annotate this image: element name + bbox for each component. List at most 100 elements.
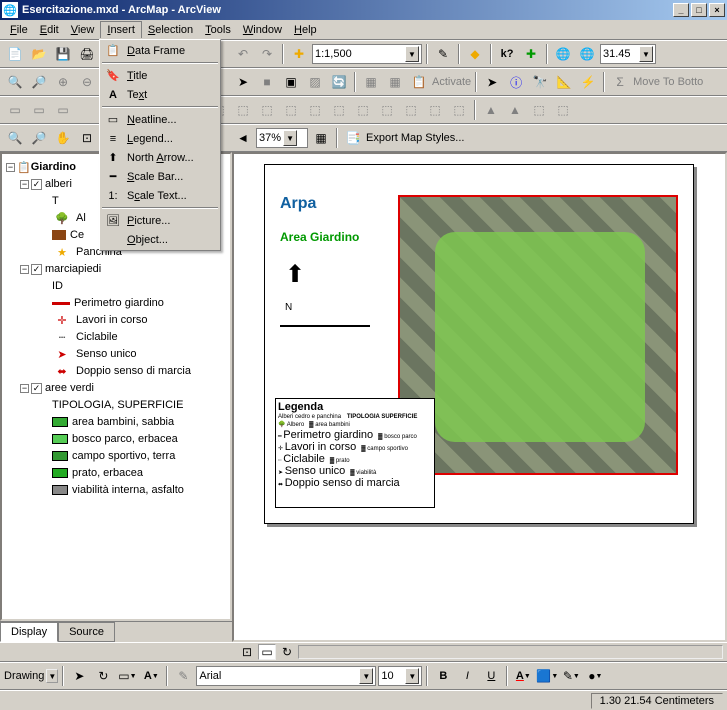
layer-checkbox[interactable]: ✓ xyxy=(31,264,42,275)
ly-full[interactable]: ⊡ xyxy=(76,127,98,149)
export-styles-label[interactable]: Export Map Styles... xyxy=(366,132,464,144)
underline-button[interactable]: U xyxy=(480,665,502,687)
arccatalog-button[interactable]: ◆ xyxy=(464,43,486,65)
select-elements-button[interactable]: ➤ xyxy=(232,71,254,93)
collapse-icon[interactable]: − xyxy=(20,265,29,274)
lt10[interactable]: ⬚ xyxy=(424,99,446,121)
fill-color-button[interactable]: 🟦▼ xyxy=(536,665,558,687)
insert-object[interactable]: Object... xyxy=(101,230,219,249)
menu-tools[interactable]: Tools xyxy=(199,22,237,38)
font-combo[interactable]: Arial▼ xyxy=(196,666,376,686)
collapse-icon[interactable]: − xyxy=(20,384,29,393)
lt12[interactable]: ▲ xyxy=(480,99,502,121)
collapse-icon[interactable]: − xyxy=(6,163,15,172)
menu-file[interactable]: File xyxy=(4,22,34,38)
draw-rotate[interactable]: ↻ xyxy=(92,665,114,687)
redo-button[interactable]: ↷ xyxy=(256,43,278,65)
editor-toolbar-button[interactable]: ✎ xyxy=(432,43,454,65)
table-button[interactable]: ▦ xyxy=(360,71,382,93)
ly-zoom-in[interactable]: 🔍 xyxy=(4,127,26,149)
bold-button[interactable]: B xyxy=(432,665,454,687)
align-button[interactable]: ▭ xyxy=(4,99,26,121)
clear-selection-button[interactable]: ▨ xyxy=(304,71,326,93)
font-color-button[interactable]: A▼ xyxy=(512,665,534,687)
insert-scale-bar[interactable]: ━Scale Bar... xyxy=(101,167,219,186)
rotation-combo[interactable]: 31.45▼ xyxy=(600,44,656,64)
open-button[interactable]: 📂 xyxy=(28,43,50,65)
refresh-view-button[interactable]: ↻ xyxy=(278,644,296,660)
draw-text[interactable]: A▼ xyxy=(140,665,162,687)
lt6[interactable]: ⬚ xyxy=(328,99,350,121)
help-button[interactable]: k? xyxy=(496,43,518,65)
insert-neatline[interactable]: ▭Neatline... xyxy=(101,110,219,129)
zoom-out-button[interactable]: 🔎 xyxy=(28,71,50,93)
globe-button[interactable]: 🌐 xyxy=(552,43,574,65)
insert-north-arrow[interactable]: ⬆North Arrow... xyxy=(101,148,219,167)
new-button[interactable]: 📄 xyxy=(4,43,26,65)
ly-grid[interactable]: ▦ xyxy=(310,127,332,149)
menu-help[interactable]: Help xyxy=(288,22,323,38)
sum-button[interactable]: Σ xyxy=(609,71,631,93)
ly-zoom-out[interactable]: 🔎 xyxy=(28,127,50,149)
lt8[interactable]: ⬚ xyxy=(376,99,398,121)
draw-pointer[interactable]: ➤ xyxy=(68,665,90,687)
layer-checkbox[interactable]: ✓ xyxy=(31,383,42,394)
menu-insert[interactable]: Insert xyxy=(100,21,142,38)
menu-selection[interactable]: Selection xyxy=(142,22,199,38)
menu-edit[interactable]: Edit xyxy=(34,22,65,38)
data-view-button[interactable]: ⊡ xyxy=(238,644,256,660)
find-button[interactable]: 🔭 xyxy=(529,71,551,93)
distribute-button[interactable]: ▭ xyxy=(28,99,50,121)
layer-alberi[interactable]: alberi xyxy=(45,178,72,190)
lt11[interactable]: ⬚ xyxy=(448,99,470,121)
layout-page[interactable]: Arpa Area Giardino ⬆N Legenda Alberi ced… xyxy=(264,164,694,524)
lt9[interactable]: ⬚ xyxy=(400,99,422,121)
group-button[interactable]: ▭ xyxy=(52,99,74,121)
undo-button[interactable]: ↶ xyxy=(232,43,254,65)
fixed-zoom-out-button[interactable]: ⊖ xyxy=(76,71,98,93)
draw-edit[interactable]: ✎ xyxy=(172,665,194,687)
insert-scale-text[interactable]: 1:Scale Text... xyxy=(101,186,219,205)
layer-marciapiedi[interactable]: marciapiedi xyxy=(45,263,101,275)
drawing-label[interactable]: Drawing xyxy=(4,670,44,682)
map-canvas[interactable]: Arpa Area Giardino ⬆N Legenda Alberi ced… xyxy=(232,152,727,642)
draw-shape[interactable]: ▭▼ xyxy=(116,665,138,687)
menu-window[interactable]: Window xyxy=(237,22,288,38)
italic-button[interactable]: I xyxy=(456,665,478,687)
ly-pan[interactable]: ✋ xyxy=(52,127,74,149)
fixed-zoom-in-button[interactable]: ⊕ xyxy=(52,71,74,93)
minimize-button[interactable]: _ xyxy=(673,3,689,17)
add-data-button[interactable]: ✚ xyxy=(288,43,310,65)
lt15[interactable]: ⬚ xyxy=(552,99,574,121)
hyperlink-button[interactable]: ⚡ xyxy=(577,71,599,93)
insert-picture[interactable]: 🖼Picture... xyxy=(101,211,219,230)
export-styles-icon[interactable]: 📑 xyxy=(342,127,364,149)
collapse-icon[interactable]: − xyxy=(20,180,29,189)
scale-combo[interactable]: 1:1,500▼ xyxy=(312,44,422,64)
lt4[interactable]: ⬚ xyxy=(280,99,302,121)
ly-prev[interactable]: ◄ xyxy=(232,127,254,149)
layer-checkbox[interactable]: ✓ xyxy=(31,179,42,190)
zoom-in-button[interactable]: 🔍 xyxy=(4,71,26,93)
font-size-combo[interactable]: 10▼ xyxy=(378,666,422,686)
stop-button[interactable]: ■ xyxy=(256,71,278,93)
lt5[interactable]: ⬚ xyxy=(304,99,326,121)
h-scrollbar[interactable] xyxy=(298,645,723,659)
line-color-button[interactable]: ✎▼ xyxy=(560,665,582,687)
save-button[interactable]: 💾 xyxy=(52,43,74,65)
print-button[interactable]: 🖨 xyxy=(76,43,98,65)
layer-aree-verdi[interactable]: aree verdi xyxy=(45,382,94,394)
menu-view[interactable]: View xyxy=(65,22,101,38)
marker-color-button[interactable]: ●▼ xyxy=(584,665,606,687)
globe2-button[interactable]: 🌐 xyxy=(576,43,598,65)
pointer-button[interactable]: ➤ xyxy=(481,71,503,93)
lt2[interactable]: ⬚ xyxy=(232,99,254,121)
lt14[interactable]: ⬚ xyxy=(528,99,550,121)
refresh-button[interactable]: 🔄 xyxy=(328,71,350,93)
toc-tab-source[interactable]: Source xyxy=(58,622,115,642)
measure-button[interactable]: 📐 xyxy=(553,71,575,93)
identify-button[interactable]: ⓘ xyxy=(505,71,527,93)
insert-title[interactable]: 🔖Title xyxy=(101,66,219,85)
insert-legend[interactable]: ≡Legend... xyxy=(101,129,219,148)
lt3[interactable]: ⬚ xyxy=(256,99,278,121)
